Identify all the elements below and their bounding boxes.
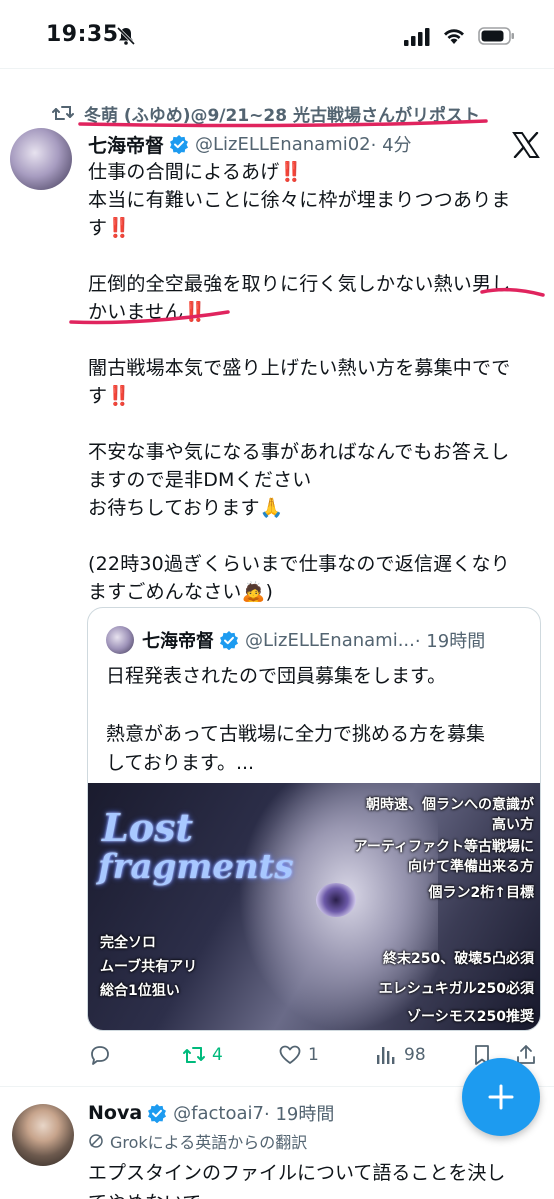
tweet-body: 仕事の合間によるあげ‼️ 本当に有難いことに徐々に枠が埋まりつつありま す‼️ … (88, 158, 538, 606)
promo-logo-line2: fragments (98, 847, 294, 887)
like-button[interactable]: 1 (278, 1040, 319, 1070)
promo-text: 個ラン2桁↑目標 (428, 885, 534, 901)
tweet-line: ますので是非DMください (88, 469, 312, 491)
promo-text: 終末250、破壊5凸必須 (383, 951, 534, 967)
plus-icon (488, 1084, 514, 1110)
quoted-author-handle: @LizELLEnanami... (245, 629, 415, 651)
tweet-header: 七海帝督 @LizELLEnanami02 · 4分 (88, 130, 412, 158)
author-name[interactable]: Nova (88, 1102, 142, 1124)
like-count: 1 (308, 1045, 319, 1065)
promo-logo-line1: Lost (102, 805, 194, 850)
quoted-tweet-image[interactable]: Lost fragments 朝時速、個ランへの意識が 高い方 アーティファクト… (88, 783, 540, 1030)
quoted-line: 日程発表されたので団員募集をします。 (106, 665, 447, 687)
tweet-line: てやめないで (88, 1188, 538, 1199)
header-divider (0, 68, 554, 69)
reply-button[interactable] (88, 1040, 118, 1070)
repost-header-text: 冬萌 (ふゆめ)@9/21~28 光古戦場さんがリポスト (84, 105, 480, 126)
repost-header[interactable]: 冬萌 (ふゆめ)@9/21~28 光古戦場さんがリポスト (52, 100, 480, 126)
promo-text: エレシュキガル250必須 (378, 981, 534, 997)
quoted-tweet-time: · 19時間 (414, 631, 486, 652)
quoted-tweet-card[interactable]: 七海帝督 @LizELLEnanami... · 19時間 日程発表されたので団… (87, 607, 541, 1031)
tweet-line: お待ちしております🙏 (88, 497, 284, 519)
repost-icon (183, 1047, 205, 1063)
tweet-line (88, 410, 538, 438)
tweet-line (88, 242, 538, 270)
verified-badge-icon (148, 1104, 167, 1123)
tweet-body: エプスタインのファイルについて語ることを決し てやめないで (88, 1158, 538, 1199)
tweet-header: Nova @factoai7 · 19時間 (88, 1099, 334, 1127)
tweet-line: かいません‼️ (88, 301, 208, 323)
reply-icon (91, 1046, 109, 1065)
tweet-line: 不安な事や気になる事があればなんでもお答えし (88, 441, 510, 463)
tweet-time[interactable]: · 4分 (371, 131, 412, 157)
tweet-actions: 4 1 98 (88, 1040, 540, 1070)
tweet-time[interactable]: · 19時間 (264, 1100, 334, 1126)
character-eye (316, 883, 356, 917)
tweet-line: ますごめんなさい🙇) (88, 581, 274, 603)
verified-badge-icon (170, 135, 189, 154)
battery-icon (478, 27, 514, 45)
tweet-line: 圧倒的全空最強を取りに行く気しかない熱い男し (88, 273, 511, 295)
quoted-author-name: 七海帝督 (142, 631, 214, 652)
quoted-line (106, 691, 526, 720)
views-button[interactable]: 98 (374, 1040, 426, 1070)
author-name[interactable]: 七海帝督 (88, 131, 164, 158)
tweet-line: す‼️ (88, 385, 132, 407)
tweet-line (88, 326, 538, 354)
bell-muted-icon (116, 26, 136, 46)
grok-icon (89, 1134, 103, 1148)
x-logo-icon[interactable] (512, 132, 540, 158)
wifi-icon (444, 29, 464, 44)
status-bar: 19:35 (0, 0, 554, 70)
repost-icon (52, 106, 74, 120)
repost-button[interactable]: 4 (182, 1040, 223, 1070)
tweet-line: す‼️ (88, 217, 132, 239)
promo-text: ゾーシモス250推奨 (407, 1009, 534, 1025)
quoted-tweet-body: 日程発表されたので団員募集をします。 熱意があって古戦場に全力で挑める方を募集 … (106, 662, 526, 778)
promo-text: 向けて準備出来る方 (408, 859, 534, 875)
tweet-line: エプスタインのファイルについて語ることを決し (88, 1162, 506, 1184)
quoted-tweet-header: 七海帝督 @LizELLEnanami... · 19時間 (106, 626, 485, 654)
author-handle[interactable]: @LizELLEnanami02 (195, 134, 371, 155)
views-chart-icon (377, 1047, 395, 1064)
tweet-line (88, 522, 538, 550)
quoted-author-avatar (106, 626, 134, 654)
tweet-line: (22時30過ぎくらいまで仕事なので返信遅くなり (88, 553, 510, 575)
translation-note[interactable]: Grokによる英語からの翻訳 (88, 1130, 307, 1152)
promo-text: 総合1位狙い (100, 983, 180, 999)
author-handle[interactable]: @factoai7 (173, 1103, 264, 1124)
heart-icon (279, 1045, 301, 1064)
promo-text: ムーブ共有アリ (100, 959, 198, 975)
cellular-signal-icon (404, 28, 430, 46)
promo-text: アーティファクト等古戦場に (353, 839, 534, 855)
author-avatar[interactable] (12, 1104, 74, 1166)
repost-count: 4 (212, 1045, 223, 1065)
promo-text: 完全ソロ (100, 935, 156, 951)
status-time: 19:35 (46, 22, 119, 47)
translation-note-text: Grokによる英語からの翻訳 (110, 1133, 308, 1152)
tweet-line: 本当に有難いことに徐々に枠が埋まりつつありま (88, 189, 511, 211)
promo-text: 朝時速、個ランへの意識が (366, 797, 534, 813)
compose-button[interactable] (462, 1058, 540, 1136)
promo-text: 高い方 (492, 817, 534, 833)
quoted-line: しております。... (106, 752, 255, 774)
tweet-line: 闇古戦場本気で盛り上げたい熱い方を募集中でで (88, 357, 511, 379)
verified-badge-icon (220, 631, 238, 650)
author-avatar[interactable] (10, 128, 72, 190)
quoted-line: 熱意があって古戦場に全力で挑める方を募集 (106, 723, 486, 745)
tweet-line: 仕事の合間によるあげ‼️ (88, 161, 304, 183)
view-count: 98 (404, 1045, 426, 1065)
